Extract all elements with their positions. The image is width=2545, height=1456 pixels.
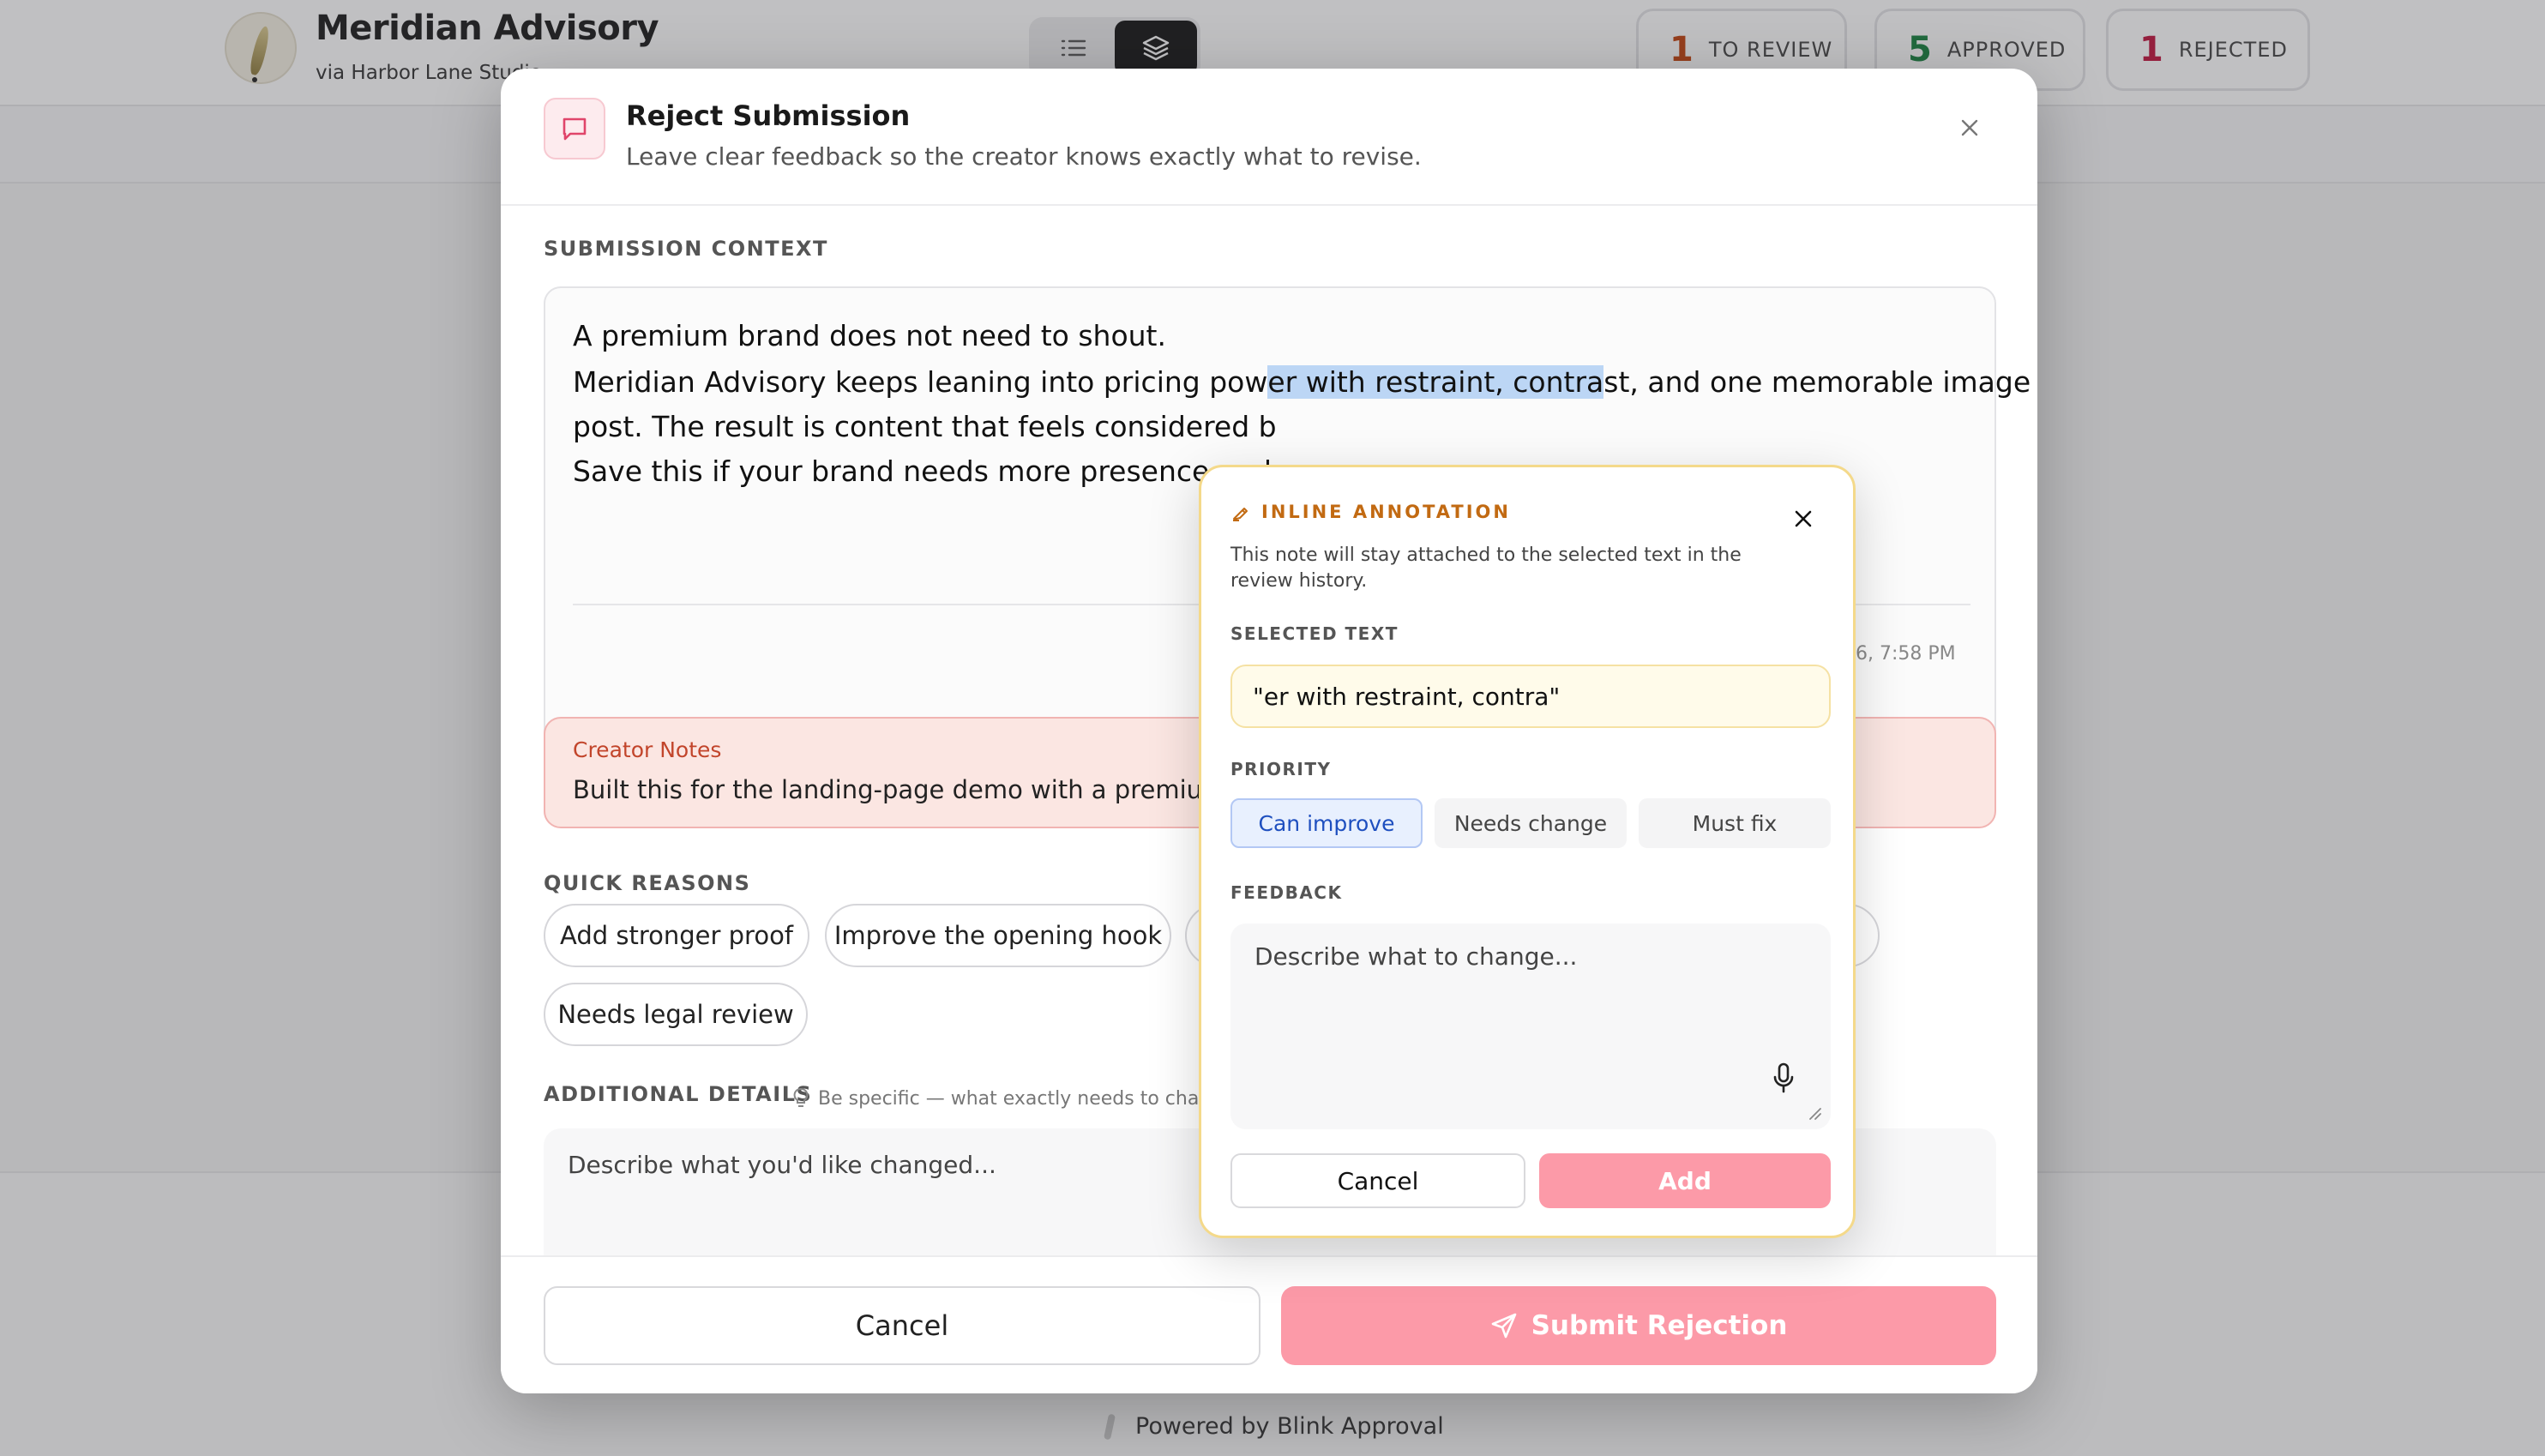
quick-reason-chip[interactable]: Needs legal review <box>544 983 808 1046</box>
quick-reasons-label: QUICK REASONS <box>544 871 751 895</box>
submit-rejection-label: Submit Rejection <box>1531 1310 1788 1341</box>
close-icon <box>1961 119 1978 136</box>
selected-text-highlight[interactable]: er with restraint, contra <box>1267 365 1604 399</box>
close-icon <box>1795 510 1812 527</box>
feedback-input[interactable]: Describe what to change... <box>1230 924 1831 1129</box>
annotation-eyebrow: INLINE ANNOTATION <box>1230 502 1511 522</box>
context-text: Meridian Advisory keeps leaning into pri… <box>573 365 1268 399</box>
modal-header: Reject Submission Leave clear feedback s… <box>501 69 2037 206</box>
creator-notes-text: Built this for the landing-page demo wit… <box>573 775 1285 804</box>
cancel-button[interactable]: Cancel <box>544 1286 1260 1365</box>
priority-needs-change[interactable]: Needs change <box>1435 798 1627 848</box>
details-placeholder: Describe what you'd like changed... <box>568 1151 996 1179</box>
feedback-label: FEEDBACK <box>1230 882 1343 903</box>
send-icon <box>1491 1313 1516 1339</box>
quick-reason-chip[interactable]: Add stronger proof <box>544 904 809 967</box>
quick-reason-chip[interactable]: Improve the opening hook <box>825 904 1171 967</box>
context-text: st, and one memorable image per <box>1603 365 2037 399</box>
context-line: Meridian Advisory keeps leaning into pri… <box>573 365 2037 399</box>
lightbulb-icon <box>793 1088 809 1107</box>
highlighter-icon <box>1233 508 1248 521</box>
annotation-add-button[interactable]: Add <box>1539 1153 1831 1208</box>
priority-can-improve[interactable]: Can improve <box>1230 798 1423 848</box>
modal-title: Reject Submission <box>626 99 911 132</box>
annotation-cancel-button[interactable]: Cancel <box>1230 1153 1525 1208</box>
context-line: A premium brand does not need to shout. <box>573 319 1166 352</box>
annotation-close-button[interactable] <box>1788 503 1819 534</box>
submission-context-label: SUBMISSION CONTEXT <box>544 237 828 261</box>
annotation-eyebrow-text: INLINE ANNOTATION <box>1261 502 1511 522</box>
microphone-icon[interactable] <box>1771 1061 1796 1095</box>
creator-notes-title: Creator Notes <box>573 737 722 762</box>
selected-text-value: "er with restraint, contra" <box>1230 665 1831 728</box>
selected-text-label: SELECTED TEXT <box>1230 623 1399 644</box>
modal-close-button[interactable] <box>1950 108 1989 147</box>
modal-description: Leave clear feedback so the creator know… <box>626 142 1422 171</box>
priority-label: PRIORITY <box>1230 759 1332 779</box>
priority-must-fix[interactable]: Must fix <box>1639 798 1831 848</box>
modal-footer: Cancel Submit Rejection <box>501 1255 2037 1393</box>
feedback-placeholder: Describe what to change... <box>1254 942 1578 971</box>
annotation-description: This note will stay attached to the sele… <box>1230 544 1742 592</box>
context-line: post. The result is content that feels c… <box>573 410 1277 443</box>
details-hint: Be specific — what exactly needs to chan… <box>792 1087 1223 1110</box>
inline-annotation-popover: INLINE ANNOTATION This note will stay at… <box>1199 465 1856 1238</box>
message-icon <box>544 98 605 159</box>
details-hint-text: Be specific — what exactly needs to chan… <box>818 1087 1224 1110</box>
submit-rejection-button[interactable]: Submit Rejection <box>1281 1286 1996 1365</box>
additional-details-label: ADDITIONAL DETAILS <box>544 1082 813 1106</box>
resize-handle-icon[interactable] <box>1807 1105 1822 1121</box>
context-line: Save this if your brand needs more prese… <box>573 454 1272 488</box>
